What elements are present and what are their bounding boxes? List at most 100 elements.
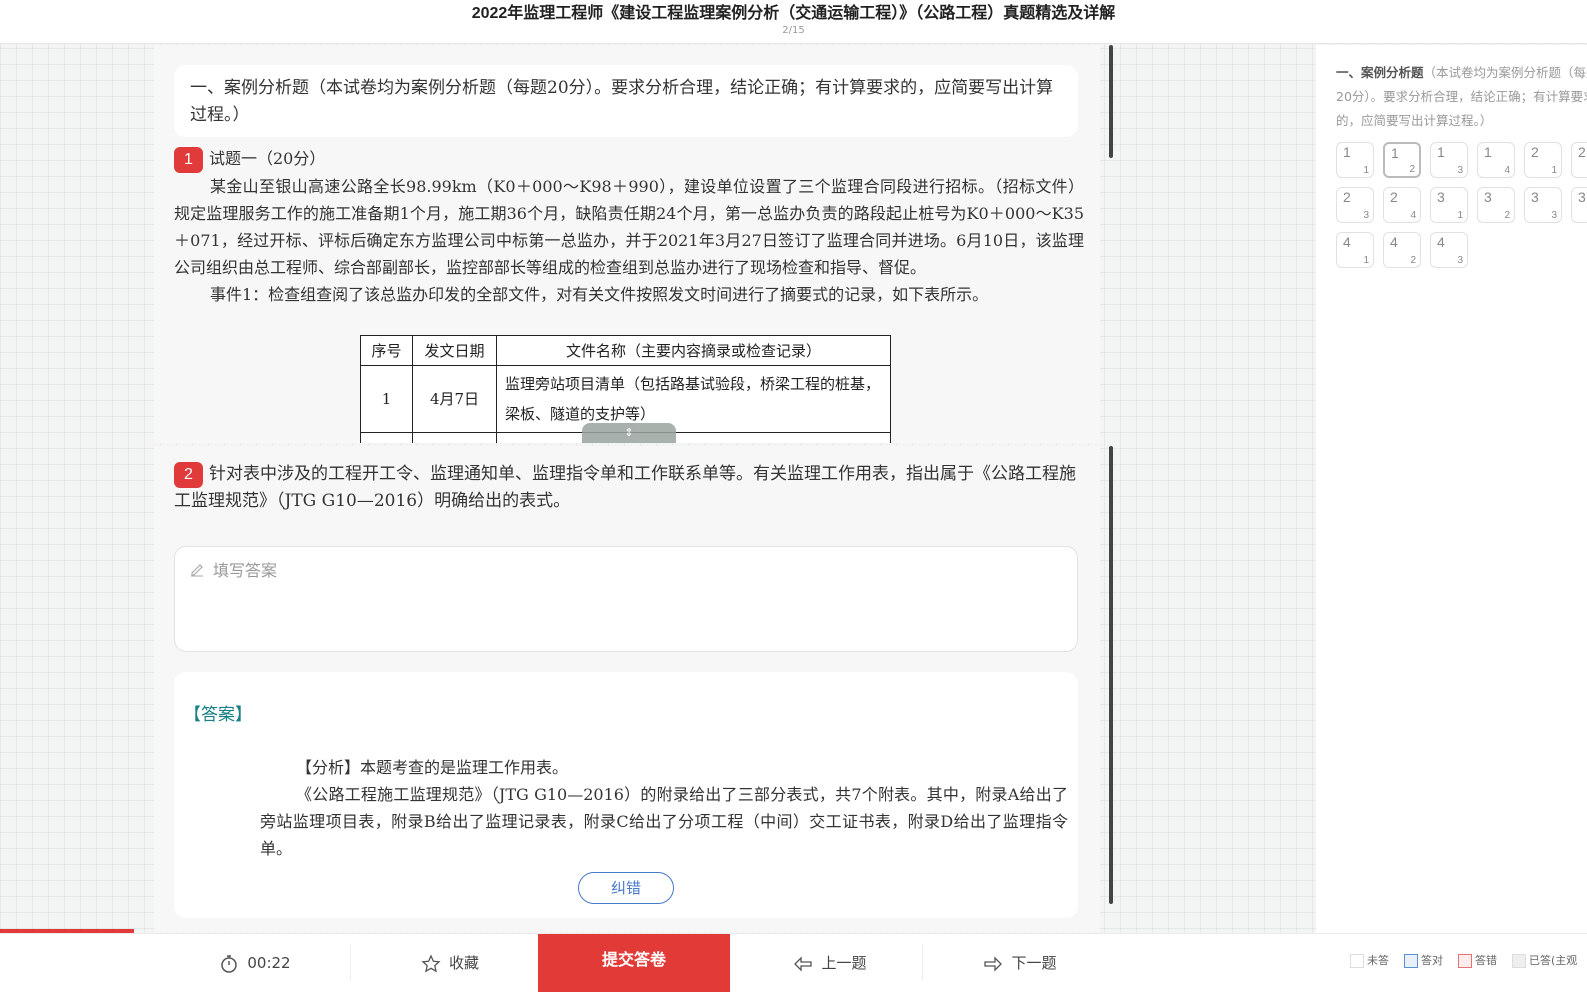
cell-question-number: 3	[1437, 189, 1445, 205]
cell-sub-number: 1	[1363, 165, 1369, 176]
question-1-paragraph-1: 某金山至银山高速公路全长98.99km（K0＋000～K98＋990），建设单位…	[174, 176, 1084, 277]
question-1-title: 1 试题一（20分）	[174, 145, 1084, 173]
cell-question-number: 3	[1531, 189, 1539, 205]
cell-sub-number: 4	[1504, 165, 1510, 176]
cell-question-number: 2	[1390, 189, 1398, 205]
table-cell: 4月7日	[412, 365, 497, 433]
panel-resize-handle[interactable]: ⇕	[582, 423, 676, 443]
cell-question-number: 4	[1390, 234, 1398, 250]
answer-panel[interactable]: 2 针对表中涉及的工程开工令、监理通知单、监理指令单和工作联系单等。有关监理工作用…	[154, 446, 1100, 932]
cell-sub-number: 1	[1363, 255, 1369, 266]
next-question-button[interactable]: 下一题	[970, 934, 1070, 992]
answer-input[interactable]: 填写答案	[174, 546, 1078, 652]
legend-label: 答对	[1421, 954, 1443, 967]
cell-sub-number: 3	[1551, 210, 1557, 221]
question-number-badge: 1	[174, 146, 203, 173]
cell-sub-number: 2	[1504, 210, 1510, 221]
timer: 00:22	[210, 934, 300, 992]
cell-question-number: 3	[1578, 189, 1586, 205]
question-1-heading: 试题一（20分）	[209, 149, 326, 168]
section-title: 一、案例分析题	[1336, 65, 1424, 80]
bottom-toolbar: 00:22 收藏 提交答卷 上一题 下一题	[0, 933, 1316, 992]
cell-question-number: 2	[1531, 144, 1539, 160]
table-header: 序号	[360, 335, 413, 366]
legend-answered-subjective: 已答(主观	[1512, 954, 1577, 968]
analysis-line-1: 【分析】本题考查的是监理工作用表。	[296, 758, 569, 777]
arrow-right-icon	[984, 955, 1003, 972]
favorite-button[interactable]: 收藏	[405, 934, 495, 992]
table-cell	[360, 432, 413, 443]
question-2-text: 针对表中涉及的工程开工令、监理通知单、监理指令单和工作联系单等。有关监理工作用表…	[174, 464, 1076, 511]
favorite-label: 收藏	[448, 954, 479, 972]
previous-question-button[interactable]: 上一题	[780, 934, 880, 992]
legend-swatch	[1350, 954, 1364, 968]
cell-sub-number: 3	[1457, 165, 1463, 176]
question-grid-cell[interactable]: 22	[1571, 142, 1587, 178]
table-cell: 监理旁站项目清单（包括路基试验段，桥梁工程的桩基，梁板、隧道的支护等）	[496, 365, 891, 433]
cell-question-number: 1	[1437, 144, 1445, 160]
table-header: 文件名称（主要内容摘录或检查记录）	[496, 335, 891, 366]
previous-label: 上一题	[821, 954, 867, 972]
question-grid-cell[interactable]: 32	[1477, 187, 1515, 223]
answer-placeholder: 填写答案	[213, 561, 278, 580]
question-grid-cell[interactable]: 42	[1383, 232, 1421, 268]
cell-sub-number: 3	[1457, 255, 1463, 266]
legend-label: 答错	[1475, 954, 1497, 967]
question-2: 2 针对表中涉及的工程开工令、监理通知单、监理指令单和工作联系单等。有关监理工作用…	[174, 461, 1080, 515]
cell-question-number: 1	[1484, 144, 1492, 160]
legend-wrong: 答错	[1458, 954, 1497, 968]
question-grid-cell[interactable]: 13	[1430, 142, 1468, 178]
question-grid-cell[interactable]: 41	[1336, 232, 1374, 268]
cell-question-number: 2	[1343, 189, 1351, 205]
table-header: 发文日期	[412, 335, 497, 366]
stem-scrollbar[interactable]	[1109, 45, 1113, 158]
question-number-badge: 2	[174, 461, 203, 488]
legend-label: 未答	[1367, 954, 1389, 967]
answer-sheet-sidebar: 一、案例分析题（本试卷均为案例分析题（每题20分）。要求分析合理，结论正确；有计…	[1316, 45, 1587, 933]
question-grid-cell[interactable]: 31	[1430, 187, 1468, 223]
cell-sub-number: 4	[1410, 210, 1416, 221]
page-progress: 2/15	[782, 25, 805, 36]
legend-correct: 答对	[1404, 954, 1443, 968]
divider	[350, 944, 351, 980]
legend-swatch	[1512, 954, 1526, 968]
question-grid-cell[interactable]: 24	[1383, 187, 1421, 223]
cell-question-number: 4	[1343, 234, 1351, 250]
question-grid-cell[interactable]: 14	[1477, 142, 1515, 178]
submit-exam-button[interactable]: 提交答卷	[538, 934, 730, 992]
cell-sub-number: 2	[1410, 255, 1416, 266]
cell-sub-number: 3	[1363, 210, 1369, 221]
question-stem-panel[interactable]: 一、案例分析题（本试卷均为案例分析题（每题20分）。要求分析合理，结论正确；有计…	[154, 45, 1100, 443]
divider	[922, 944, 923, 980]
star-icon	[421, 953, 441, 972]
answer-analysis: 【分析】本题考查的是监理工作用表。 《公路工程施工监理规范》（JTG G10—2…	[260, 754, 1068, 862]
legend-unanswered: 未答	[1350, 954, 1389, 968]
question-grid-cell[interactable]: 33	[1524, 187, 1562, 223]
answer-scrollbar[interactable]	[1109, 446, 1113, 904]
question-1: 1 试题一（20分） 某金山至银山高速公路全长98.99km（K0＋000～K98…	[174, 145, 1084, 308]
cell-sub-number: 1	[1551, 165, 1557, 176]
section-description: 一、案例分析题（本试卷均为案例分析题（每题20分）。要求分析合理，结论正确；有计…	[1336, 61, 1587, 133]
question-grid-cell[interactable]: 21	[1524, 142, 1562, 178]
legend-swatch	[1458, 954, 1472, 968]
cell-question-number: 1	[1391, 145, 1399, 161]
cell-question-number: 3	[1484, 189, 1492, 205]
section-intro: 一、案例分析题（本试卷均为案例分析题（每题20分）。要求分析合理，结论正确；有计…	[174, 65, 1078, 137]
question-grid-cell[interactable]: 12	[1383, 142, 1421, 178]
answer-explanation-card: 【答案】 【分析】本题考查的是监理工作用表。 《公路工程施工监理规范》（JTG …	[174, 672, 1078, 918]
answer-tag: 【答案】	[184, 705, 252, 725]
question-grid-cell[interactable]: 11	[1336, 142, 1374, 178]
question-grid-cell[interactable]: 43	[1430, 232, 1468, 268]
cell-sub-number: 2	[1409, 164, 1415, 175]
question-grid-cell[interactable]: 23	[1336, 187, 1374, 223]
cell-sub-number: 1	[1457, 210, 1463, 221]
drag-arrows-icon: ⇕	[624, 426, 634, 439]
page-header: 2022年监理工程师《建设工程监理案例分析（交通运输工程）》（公路工程）真题精选…	[0, 0, 1587, 44]
question-grid-cell[interactable]: 34	[1571, 187, 1587, 223]
stopwatch-icon	[221, 954, 238, 973]
table-cell: 1	[360, 365, 413, 433]
report-error-button[interactable]: 纠错	[578, 872, 674, 904]
table-cell	[412, 432, 497, 443]
table-cell: 监理计划（……经过审批准，报送建设单位，监理	[496, 432, 891, 443]
cell-question-number: 4	[1437, 234, 1445, 250]
